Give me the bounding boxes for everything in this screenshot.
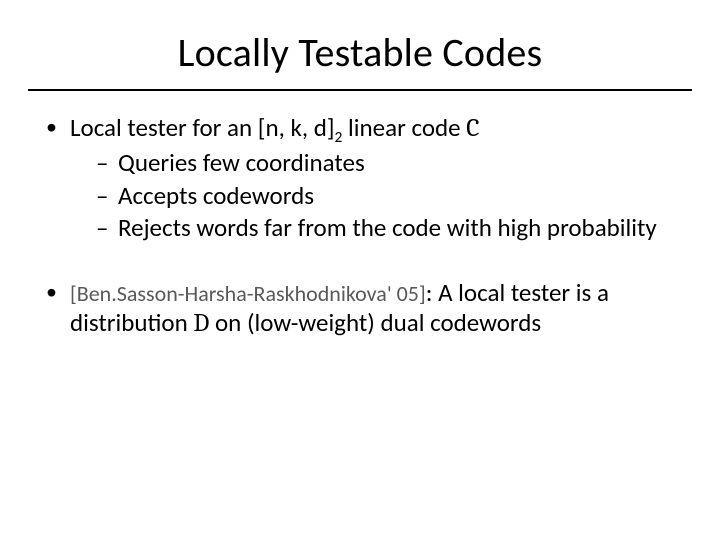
b2-D: D — [193, 309, 209, 338]
b2-text2: on (low-weight) dual codewords — [209, 307, 541, 338]
b1-code-C: C — [466, 114, 479, 143]
b2-citation: [Ben.Sasson-Harsha-Raskhodnikova' 05] — [70, 280, 426, 307]
b1-text-pre: Local tester for an [n, k, d] — [70, 112, 335, 143]
bullet-1-sublist: Queries few coordinates Accepts codeword… — [70, 148, 676, 244]
b2-sep: : — [426, 277, 438, 308]
slide-body: Local tester for an [n, k, d]2 linear co… — [0, 91, 720, 339]
b1-sub1: Queries few coordinates — [96, 148, 676, 179]
b1-sub2: Accepts codewords — [96, 181, 676, 212]
slide: Locally Testable Codes Local tester for … — [0, 0, 720, 540]
bullet-1: Local tester for an [n, k, d]2 linear co… — [44, 113, 676, 244]
slide-title: Locally Testable Codes — [0, 0, 720, 83]
b1-sub3: Rejects words far from the code with hig… — [96, 213, 676, 244]
bullet-list: Local tester for an [n, k, d]2 linear co… — [44, 113, 676, 339]
b1-text-mid: linear code — [342, 112, 466, 143]
bullet-2: [Ben.Sasson-Harsha-Raskhodnikova' 05]: A… — [44, 278, 676, 340]
